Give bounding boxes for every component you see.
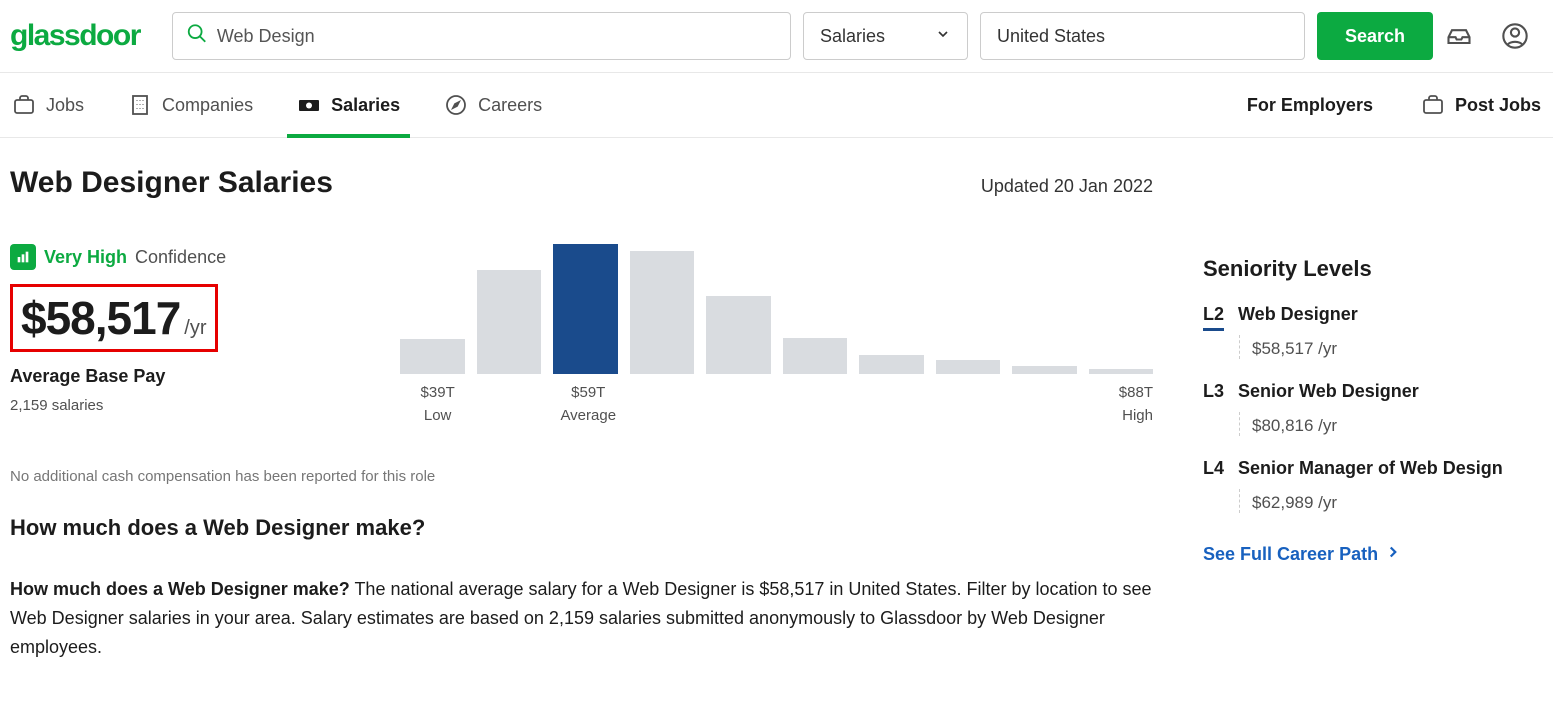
- nav-item-salaries[interactable]: Salaries: [297, 73, 400, 137]
- nav-right: For Employers Post Jobs: [1247, 93, 1541, 117]
- nav-item-careers[interactable]: Careers: [444, 73, 542, 137]
- page-title: Web Designer Salaries: [10, 166, 333, 200]
- updated-date: Updated 20 Jan 2022: [981, 176, 1153, 197]
- confidence-level: Very High: [44, 247, 127, 268]
- nav-label: Salaries: [331, 95, 400, 116]
- salary-count: 2,159 salaries: [10, 397, 350, 414]
- nav-post-jobs[interactable]: Post Jobs: [1421, 93, 1541, 117]
- search-icon: [186, 23, 208, 50]
- chevron-down-icon: [935, 26, 951, 47]
- nav-label: For Employers: [1247, 95, 1373, 116]
- header-icons: [1445, 22, 1529, 50]
- confidence-indicator: Very High Confidence: [10, 244, 350, 270]
- level-code: L3: [1203, 381, 1224, 402]
- location-input[interactable]: [980, 12, 1305, 60]
- nav-left: Jobs Companies Salaries Careers: [12, 73, 542, 137]
- seniority-level-item[interactable]: L4 Senior Manager of Web Design $62,989 /y…: [1203, 458, 1543, 513]
- nav-label: Careers: [478, 95, 542, 116]
- nav-label: Companies: [162, 95, 253, 116]
- top-header: glassdoor Salaries Search: [0, 0, 1553, 73]
- sidebar: Seniority Levels L2 Web Designer $58,517 /…: [1203, 166, 1543, 661]
- seniority-level-item[interactable]: L3 Senior Web Designer $80,816 /yr: [1203, 381, 1543, 436]
- nav-label: Jobs: [46, 95, 84, 116]
- chart-bar: [936, 360, 1001, 374]
- chart-bar: [1012, 366, 1077, 374]
- salary-summary: Very High Confidence $58,517 /yr Average…: [10, 244, 350, 414]
- nav-item-companies[interactable]: Companies: [128, 73, 253, 137]
- level-salary: $80,816 /yr: [1239, 412, 1543, 436]
- level-code: L4: [1203, 458, 1224, 479]
- level-name: Web Designer: [1238, 304, 1358, 325]
- chart-bar: [630, 251, 695, 375]
- chart-bar: [477, 270, 542, 374]
- chart-bar: [1089, 369, 1154, 374]
- compass-icon: [444, 93, 468, 117]
- salary-row: Very High Confidence $58,517 /yr Average…: [10, 244, 1153, 428]
- salary-per: /yr: [184, 317, 206, 340]
- question-heading: How much does a Web Designer make?: [10, 515, 1153, 541]
- left-column: Web Designer Salaries Updated 20 Jan 202…: [10, 166, 1153, 661]
- main-content: Web Designer Salaries Updated 20 Jan 202…: [0, 138, 1553, 681]
- confidence-word: Confidence: [135, 247, 226, 268]
- chart-axis: $39T Low $59T Average $88T High: [400, 384, 1153, 428]
- nav-bar: Jobs Companies Salaries Careers For Empl…: [0, 73, 1553, 138]
- career-link-label: See Full Career Path: [1203, 544, 1378, 565]
- axis-low: $39T Low: [421, 384, 455, 424]
- seniority-level-item[interactable]: L2 Web Designer $58,517 /yr: [1203, 304, 1543, 359]
- level-code: L2: [1203, 304, 1224, 325]
- logo[interactable]: glassdoor: [10, 19, 140, 53]
- level-salary: $62,989 /yr: [1239, 489, 1543, 513]
- category-dropdown[interactable]: Salaries: [803, 12, 968, 60]
- chart-bar: [400, 339, 465, 374]
- career-path-link[interactable]: See Full Career Path: [1203, 543, 1402, 566]
- nav-employers[interactable]: For Employers: [1247, 93, 1373, 117]
- building-icon: [128, 93, 152, 117]
- axis-high: $88T High: [1119, 384, 1153, 424]
- chevron-right-icon: [1384, 543, 1402, 566]
- inbox-icon[interactable]: [1445, 22, 1473, 50]
- title-row: Web Designer Salaries Updated 20 Jan 202…: [10, 166, 1153, 200]
- salary-highlight: $58,517 /yr: [10, 284, 218, 352]
- body-text: How much does a Web Designer make? The n…: [10, 575, 1153, 661]
- dropdown-label: Salaries: [820, 26, 885, 47]
- chart-bar: [859, 355, 924, 375]
- chart-bar: [706, 296, 771, 374]
- nav-item-jobs[interactable]: Jobs: [12, 73, 84, 137]
- salary-amount: $58,517: [21, 291, 180, 345]
- briefcase-icon: [12, 93, 36, 117]
- profile-icon[interactable]: [1501, 22, 1529, 50]
- axis-avg: $59T Average: [560, 384, 616, 424]
- money-icon: [297, 93, 321, 117]
- nav-label: Post Jobs: [1455, 95, 1541, 116]
- level-name: Senior Manager of Web Design: [1238, 458, 1503, 479]
- search-field-wrap: [172, 12, 791, 60]
- compensation-note: No additional cash compensation has been…: [10, 468, 1153, 485]
- body-lead: How much does a Web Designer make?: [10, 579, 350, 599]
- chart-bar-icon: [10, 244, 36, 270]
- search-button[interactable]: Search: [1317, 12, 1433, 60]
- level-salary: $58,517 /yr: [1239, 335, 1543, 359]
- search-input[interactable]: [172, 12, 791, 60]
- sidebar-title: Seniority Levels: [1203, 256, 1543, 282]
- salary-distribution-chart: $39T Low $59T Average $88T High: [400, 244, 1153, 428]
- avg-base-pay-label: Average Base Pay: [10, 366, 350, 387]
- chart-bar: [553, 244, 618, 374]
- briefcase-icon: [1421, 93, 1445, 117]
- chart-bar: [783, 338, 848, 374]
- level-name: Senior Web Designer: [1238, 381, 1419, 402]
